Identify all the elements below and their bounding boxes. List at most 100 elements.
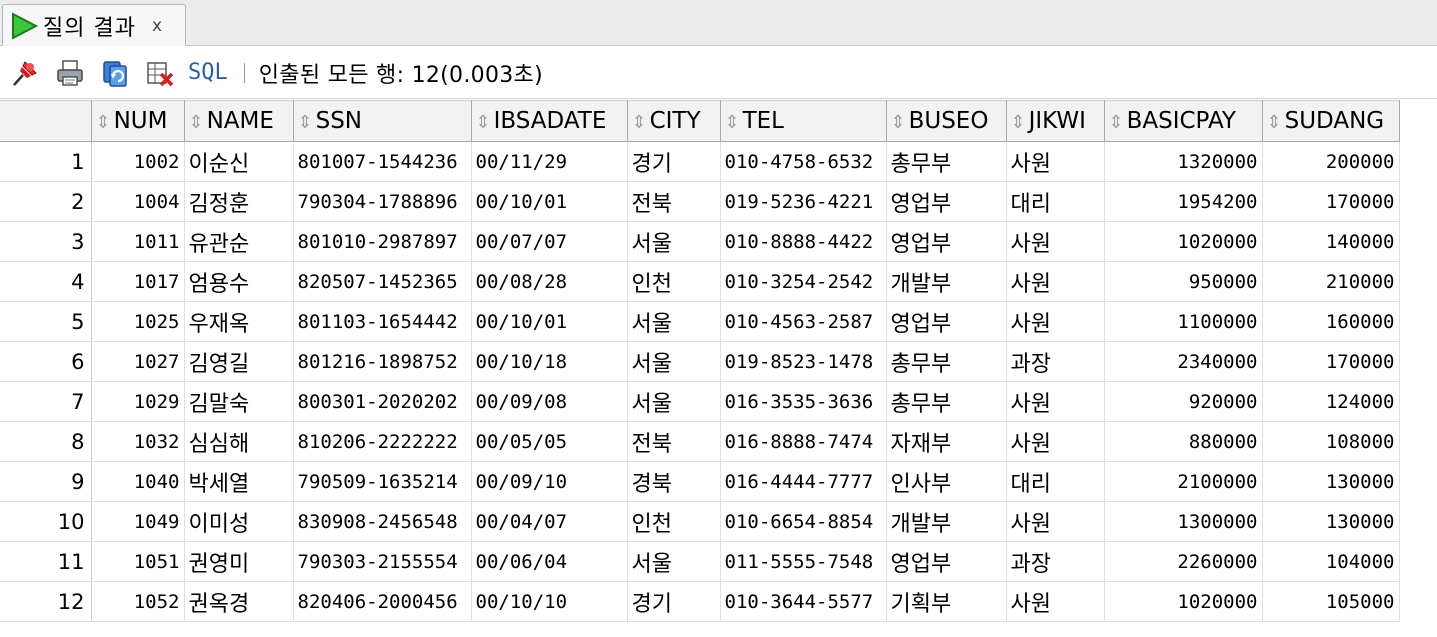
cell-ssn[interactable]: 800301-2020202 bbox=[293, 381, 472, 422]
cell-ssn[interactable]: 801007-1544236 bbox=[293, 141, 472, 182]
row-number[interactable]: 1 bbox=[0, 141, 92, 182]
cell-ibsadate[interactable]: 00/06/04 bbox=[471, 541, 628, 582]
cell-name[interactable]: 엄용수 bbox=[184, 261, 294, 302]
cell-jikwi[interactable]: 사원 bbox=[1006, 261, 1105, 302]
cell-name[interactable]: 김말숙 bbox=[184, 381, 294, 422]
column-header-basicpay[interactable]: ⇕ BASICPAY bbox=[1104, 100, 1263, 142]
cell-city[interactable]: 전북 bbox=[627, 421, 721, 462]
row-number[interactable]: 12 bbox=[0, 581, 92, 622]
refresh-button[interactable] bbox=[98, 56, 132, 90]
cell-basicpay[interactable]: 1300000 bbox=[1104, 501, 1263, 542]
cell-city[interactable]: 경북 bbox=[627, 461, 721, 502]
cell-num[interactable]: 1004 bbox=[91, 181, 185, 222]
cell-ssn[interactable]: 820507-1452365 bbox=[293, 261, 472, 302]
cell-num[interactable]: 1052 bbox=[91, 581, 185, 622]
cell-ssn[interactable]: 790509-1635214 bbox=[293, 461, 472, 502]
cell-city[interactable]: 서울 bbox=[627, 381, 721, 422]
cell-buseo[interactable]: 개발부 bbox=[886, 501, 1007, 542]
cell-buseo[interactable]: 총무부 bbox=[886, 381, 1007, 422]
row-number[interactable]: 4 bbox=[0, 261, 92, 302]
cell-ibsadate[interactable]: 00/09/08 bbox=[471, 381, 628, 422]
cell-name[interactable]: 권영미 bbox=[184, 541, 294, 582]
cell-ibsadate[interactable]: 00/10/01 bbox=[471, 181, 628, 222]
cell-sudang[interactable]: 104000 bbox=[1262, 541, 1400, 582]
cell-name[interactable]: 박세열 bbox=[184, 461, 294, 502]
cell-ibsadate[interactable]: 00/04/07 bbox=[471, 501, 628, 542]
cell-tel[interactable]: 019-8523-1478 bbox=[720, 341, 887, 382]
cell-buseo[interactable]: 인사부 bbox=[886, 461, 1007, 502]
cell-basicpay[interactable]: 1100000 bbox=[1104, 301, 1263, 342]
table-row[interactable]: 12 1052 권옥경 820406-2000456 00/10/10 경기 010-364… bbox=[0, 581, 1400, 622]
cell-ibsadate[interactable]: 00/10/10 bbox=[471, 581, 628, 622]
cell-buseo[interactable]: 총무부 bbox=[886, 141, 1007, 182]
table-row[interactable]: 5 1025 우재옥 801103-1654442 00/10/01 서울 010-4563… bbox=[0, 301, 1400, 342]
cell-ssn[interactable]: 801010-2987897 bbox=[293, 221, 472, 262]
cell-sudang[interactable]: 160000 bbox=[1262, 301, 1400, 342]
cell-sudang[interactable]: 130000 bbox=[1262, 461, 1400, 502]
row-number[interactable]: 11 bbox=[0, 541, 92, 582]
cell-ssn[interactable]: 790304-1788896 bbox=[293, 181, 472, 222]
cell-ibsadate[interactable]: 00/09/10 bbox=[471, 461, 628, 502]
column-header-ssn[interactable]: ⇕ SSN bbox=[293, 100, 472, 142]
cell-basicpay[interactable]: 1320000 bbox=[1104, 141, 1263, 182]
column-header-jikwi[interactable]: ⇕ JIKWI bbox=[1006, 100, 1105, 142]
cell-sudang[interactable]: 130000 bbox=[1262, 501, 1400, 542]
cell-jikwi[interactable]: 과장 bbox=[1006, 341, 1105, 382]
cell-basicpay[interactable]: 880000 bbox=[1104, 421, 1263, 462]
cell-tel[interactable]: 019-5236-4221 bbox=[720, 181, 887, 222]
table-row[interactable]: 8 1032 심심해 810206-2222222 00/05/05 전북 016-8888… bbox=[0, 421, 1400, 462]
cell-sudang[interactable]: 200000 bbox=[1262, 141, 1400, 182]
cell-tel[interactable]: 016-8888-7474 bbox=[720, 421, 887, 462]
cell-tel[interactable]: 010-3254-2542 bbox=[720, 261, 887, 302]
cell-ssn[interactable]: 820406-2000456 bbox=[293, 581, 472, 622]
cell-name[interactable]: 김정훈 bbox=[184, 181, 294, 222]
row-number[interactable]: 2 bbox=[0, 181, 92, 222]
cell-tel[interactable]: 011-5555-7548 bbox=[720, 541, 887, 582]
cell-ibsadate[interactable]: 00/07/07 bbox=[471, 221, 628, 262]
cell-city[interactable]: 서울 bbox=[627, 221, 721, 262]
cell-num[interactable]: 1002 bbox=[91, 141, 185, 182]
pin-button[interactable] bbox=[8, 56, 42, 90]
cell-city[interactable]: 인천 bbox=[627, 501, 721, 542]
cell-num[interactable]: 1017 bbox=[91, 261, 185, 302]
cell-name[interactable]: 이미성 bbox=[184, 501, 294, 542]
cell-jikwi[interactable]: 사원 bbox=[1006, 301, 1105, 342]
cell-sudang[interactable]: 210000 bbox=[1262, 261, 1400, 302]
column-header-ibsadate[interactable]: ⇕ IBSADATE bbox=[471, 100, 628, 142]
cell-sudang[interactable]: 140000 bbox=[1262, 221, 1400, 262]
cell-name[interactable]: 유관순 bbox=[184, 221, 294, 262]
column-header-city[interactable]: ⇕ CITY bbox=[627, 100, 721, 142]
tab-query-result[interactable]: 질의 결과 x bbox=[2, 4, 186, 46]
cell-buseo[interactable]: 기획부 bbox=[886, 581, 1007, 622]
cell-ibsadate[interactable]: 00/10/01 bbox=[471, 301, 628, 342]
cell-city[interactable]: 전북 bbox=[627, 181, 721, 222]
table-row[interactable]: 3 1011 유관순 801010-2987897 00/07/07 서울 010-8888… bbox=[0, 221, 1400, 262]
cell-name[interactable]: 심심해 bbox=[184, 421, 294, 462]
column-header-buseo[interactable]: ⇕ BUSEO bbox=[886, 100, 1007, 142]
cell-tel[interactable]: 010-3644-5577 bbox=[720, 581, 887, 622]
cell-jikwi[interactable]: 대리 bbox=[1006, 461, 1105, 502]
table-row[interactable]: 4 1017 엄용수 820507-1452365 00/08/28 인천 010-3254… bbox=[0, 261, 1400, 302]
cell-buseo[interactable]: 영업부 bbox=[886, 221, 1007, 262]
cell-sudang[interactable]: 124000 bbox=[1262, 381, 1400, 422]
cell-tel[interactable]: 010-4563-2587 bbox=[720, 301, 887, 342]
cell-num[interactable]: 1029 bbox=[91, 381, 185, 422]
cell-jikwi[interactable]: 사원 bbox=[1006, 221, 1105, 262]
cell-basicpay[interactable]: 1020000 bbox=[1104, 221, 1263, 262]
row-number[interactable]: 5 bbox=[0, 301, 92, 342]
cell-buseo[interactable]: 영업부 bbox=[886, 541, 1007, 582]
cell-num[interactable]: 1051 bbox=[91, 541, 185, 582]
cell-sudang[interactable]: 170000 bbox=[1262, 181, 1400, 222]
cell-num[interactable]: 1011 bbox=[91, 221, 185, 262]
cell-ssn[interactable]: 801216-1898752 bbox=[293, 341, 472, 382]
cell-num[interactable]: 1049 bbox=[91, 501, 185, 542]
cell-jikwi[interactable]: 대리 bbox=[1006, 181, 1105, 222]
column-header-num[interactable]: ⇕ NUM bbox=[91, 100, 185, 142]
cell-basicpay[interactable]: 2340000 bbox=[1104, 341, 1263, 382]
clear-button[interactable] bbox=[143, 56, 177, 90]
cell-jikwi[interactable]: 사원 bbox=[1006, 421, 1105, 462]
cell-buseo[interactable]: 개발부 bbox=[886, 261, 1007, 302]
print-button[interactable] bbox=[53, 56, 87, 90]
table-row[interactable]: 11 1051 권영미 790303-2155554 00/06/04 서울 011-555… bbox=[0, 541, 1400, 582]
column-header-tel[interactable]: ⇕ TEL bbox=[720, 100, 887, 142]
